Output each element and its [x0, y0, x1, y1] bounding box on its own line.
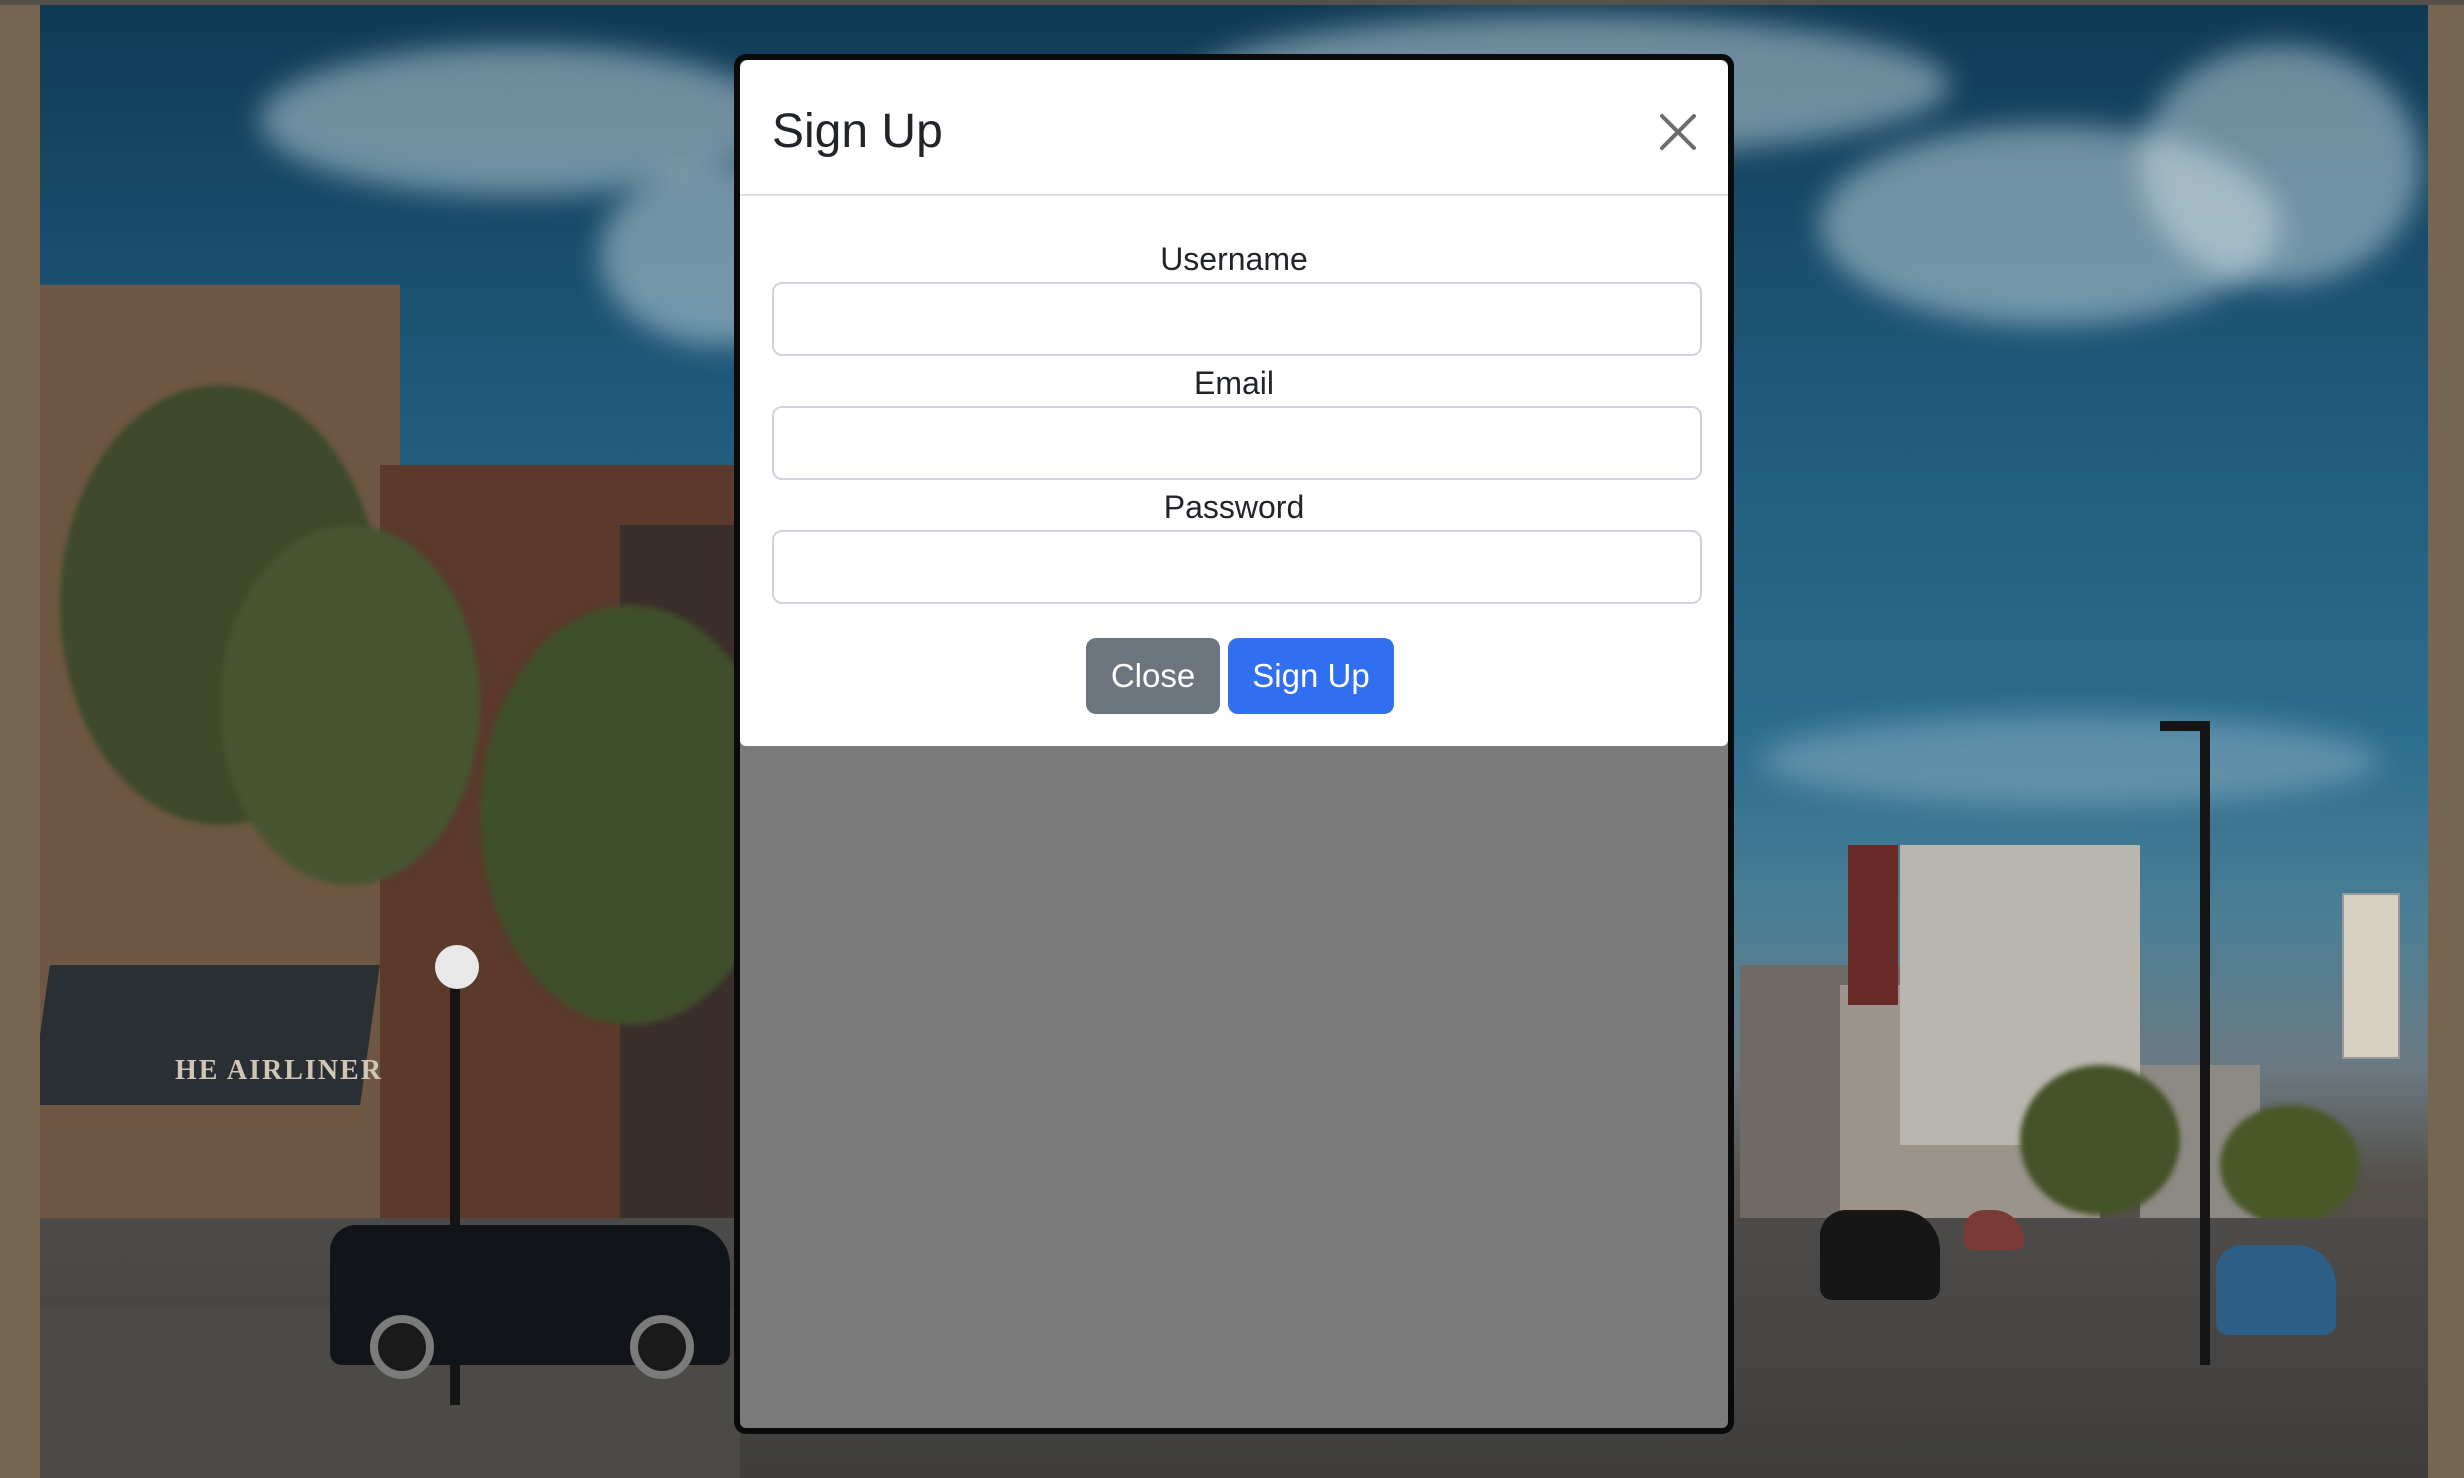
tree: [220, 525, 480, 885]
street-banner: [2342, 893, 2400, 1059]
signup-modal: Sign Up Username Email Password Close Si…: [734, 54, 1734, 1434]
street-lamp: [2200, 725, 2210, 1365]
close-icon[interactable]: [1654, 108, 1702, 156]
tree: [2020, 1065, 2180, 1215]
car-wheel: [370, 1315, 434, 1379]
password-label: Password: [1163, 489, 1305, 525]
tree: [2220, 1105, 2360, 1225]
right-page-margin: [2428, 5, 2464, 1478]
modal-title: Sign Up: [772, 105, 943, 158]
page: HE AIRLINER Sign Up Username Email Passw…: [0, 0, 2464, 1478]
car-wheel: [630, 1315, 694, 1379]
distant-car: [1820, 1210, 1940, 1300]
cloud: [1760, 715, 2380, 805]
signup-button[interactable]: Sign Up: [1228, 638, 1394, 714]
close-icon-glyph: [1660, 114, 1696, 150]
building-red: [1848, 845, 1898, 1005]
left-page-margin: [0, 5, 40, 1478]
distant-car-blue: [2216, 1245, 2336, 1335]
modal-header: Sign Up: [740, 60, 1728, 196]
password-input[interactable]: [772, 530, 1702, 604]
username-label: Username: [1160, 241, 1308, 277]
lamp-globe: [435, 945, 479, 989]
storefront-sign: HE AIRLINER: [175, 1055, 383, 1086]
username-input[interactable]: [772, 282, 1702, 356]
modal-content: Sign Up Username Email Password Close Si…: [740, 60, 1728, 746]
close-button[interactable]: Close: [1086, 638, 1220, 714]
lamp-arm: [2160, 721, 2210, 731]
email-label: Email: [1193, 365, 1274, 401]
email-input[interactable]: [772, 406, 1702, 480]
cloud: [2140, 45, 2420, 285]
